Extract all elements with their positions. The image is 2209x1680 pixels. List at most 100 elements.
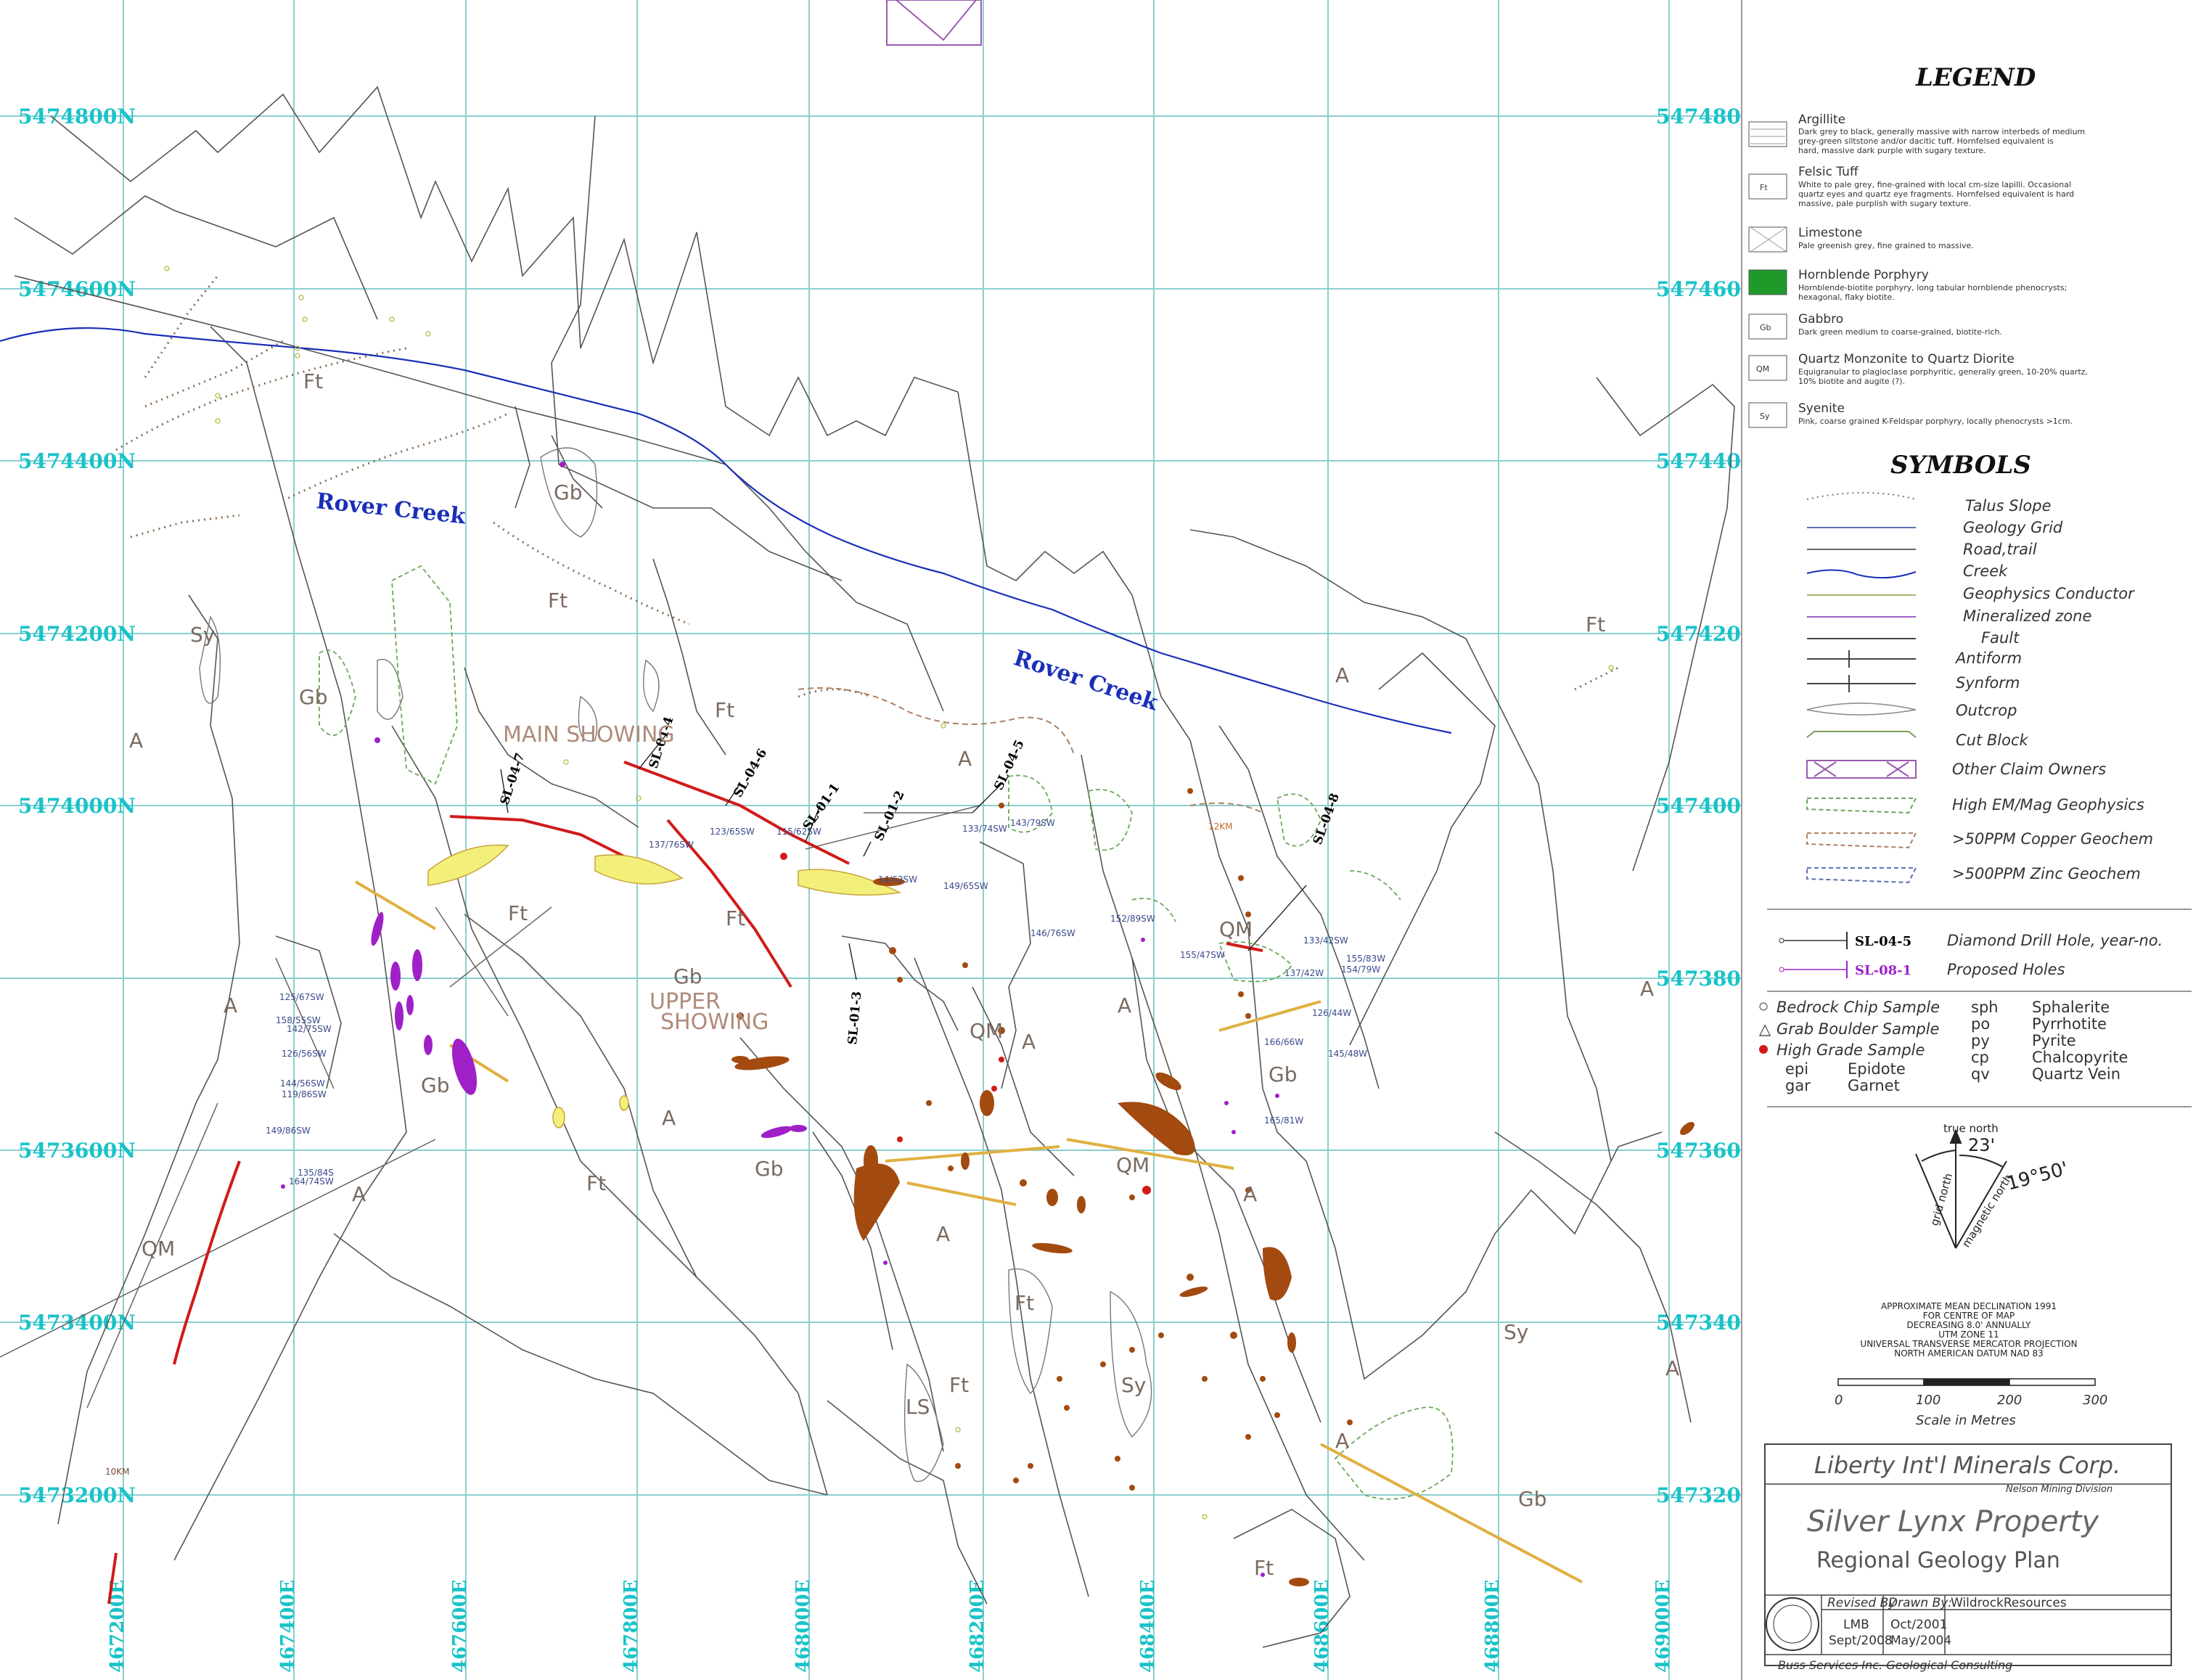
mineral-name: Chalcopyrite (2032, 1049, 2128, 1066)
unit-label: A (1640, 977, 1654, 1001)
property-name: Silver Lynx Property (1807, 1505, 2099, 1538)
declination-line: DECREASING 8.0' ANNUALLY (1906, 1320, 2031, 1330)
legend-unit-desc: Dark grey to black, generally massive wi… (1798, 127, 2085, 136)
structure-label: 149/65SW (943, 881, 988, 891)
legend-abbr: Sy (1760, 411, 1770, 421)
unit-label: Gb (1269, 1062, 1297, 1086)
drill-legend-label: Diamond Drill Hole, year-no. (1947, 932, 2163, 949)
legend-unit-desc: hexagonal, flaky biotite. (1798, 292, 1895, 302)
unit-label: Gb (299, 685, 327, 709)
revised-date: Sept/2008 (1829, 1634, 1893, 1648)
northing-label: 5473200N (18, 1483, 136, 1507)
unit-label: Gb (1518, 1487, 1546, 1511)
easting-label: 469000E (1652, 1580, 1674, 1673)
legend-unit-name: Limestone (1798, 226, 1862, 240)
legend-unit-name: Quartz Monzonite to Quartz Diorite (1798, 352, 2015, 366)
unit-label: A (1243, 1182, 1257, 1206)
legend-unit-desc: White to pale grey, fine-grained with lo… (1798, 180, 2071, 189)
legend-unit-name: Syenite (1798, 401, 1845, 416)
easting-label: 467800E (620, 1580, 642, 1673)
unit-label: Ft (1586, 612, 1605, 636)
legend-unit-desc: Hornblende-biotite porphyry, long tabula… (1798, 283, 2067, 292)
legend-unit-desc: Pale greenish grey, fine grained to mass… (1798, 241, 1974, 250)
structure-label: 144/56SW (280, 1078, 325, 1089)
gar-abbr: gar (1785, 1077, 1811, 1094)
unit-label: A (1118, 993, 1131, 1017)
declination-line: NORTH AMERICAN DATUM NAD 83 (1894, 1348, 2044, 1359)
symbol-label: Fault (1981, 629, 2020, 647)
declination-line: FOR CENTRE OF MAP (1923, 1311, 2015, 1321)
mineral-name: Pyrrhotite (2032, 1015, 2107, 1033)
revised-label: Revised By (1827, 1596, 1896, 1610)
legend-abbr: Ft (1760, 183, 1768, 192)
structure-label: 137/42W (1284, 968, 1324, 978)
revised-by: LMB (1843, 1618, 1869, 1632)
drawn-label: Drawn By: (1888, 1596, 1952, 1610)
legend-unit-name: Felsic Tuff (1798, 165, 1859, 179)
easting-label: 468000E (792, 1580, 814, 1673)
northing-label: 5474800N (18, 105, 136, 128)
unit-label: Gb (421, 1073, 449, 1097)
unit-label: A (936, 1222, 950, 1246)
structure-label: 133/74SW (962, 824, 1007, 834)
unit-label: QM (1219, 917, 1253, 941)
structure-label: 143/79SW (1010, 818, 1055, 828)
unit-label: A (1022, 1030, 1036, 1054)
structure-label: 137/76SW (649, 840, 694, 850)
unit-label: Ft (715, 698, 734, 722)
legend-panel: LEGEND Argillite Dark grey to black, gen… (1741, 0, 2209, 1680)
map-area[interactable] (0, 0, 1742, 1680)
drill-code: SL-04-5 (1855, 934, 1911, 949)
symbol-label: Creek (1963, 562, 2008, 580)
structure-label: 154/79W (1341, 964, 1380, 975)
unit-label: A (1335, 663, 1349, 687)
sample-label: Grab Boulder Sample (1776, 1020, 1939, 1038)
unit-label: Gb (673, 964, 702, 988)
structure-label: 155/83W (1346, 954, 1385, 964)
structure-label: 155/47SW (1180, 950, 1225, 960)
northing-label: 5474200N (18, 622, 136, 646)
structure-label: 142/75SW (287, 1024, 332, 1034)
unit-label: Gb (755, 1157, 783, 1181)
triangle-icon: △ (1759, 1020, 1771, 1038)
symbols-title: SYMBOLS (1890, 451, 2031, 480)
structure-label: 123/65SW (710, 827, 755, 837)
symbol-label: Antiform (1954, 650, 2022, 667)
unit-label: LS (906, 1395, 930, 1419)
legend-title: LEGEND (1915, 63, 2036, 92)
sample-label: Bedrock Chip Sample (1776, 999, 1940, 1016)
mineral-abbr: py (1971, 1032, 1990, 1049)
structure-label: 165/81W (1264, 1115, 1303, 1126)
unit-label: A (352, 1182, 366, 1206)
mineral-name: Pyrite (2032, 1032, 2076, 1049)
northing-label: 5474400N (18, 449, 136, 473)
legend-abbr: Gb (1760, 323, 1771, 332)
angle-label: 23' (1968, 1135, 1995, 1155)
declination-line: APPROXIMATE MEAN DECLINATION 1991 (1881, 1301, 2057, 1311)
unit-label: Ft (949, 1373, 969, 1397)
structure-label: 164/74SW (289, 1176, 334, 1187)
mineral-abbr: cp (1971, 1049, 1989, 1066)
legend-unit-desc: Equigranular to plagioclase porphyritic,… (1798, 367, 2088, 377)
unit-label: A (129, 729, 143, 753)
drawn-by: WildrockResources (1951, 1596, 2067, 1610)
easting-label: 467600E (449, 1580, 471, 1673)
unit-label: Gb (554, 480, 582, 504)
structure-label: 145/48W (1328, 1049, 1367, 1059)
legend-unit-desc: Pink, coarse grained K-Feldspar porphyry… (1798, 417, 2073, 426)
geology-map: 5474800N 5474600N 5474400N 5474200N 5474… (0, 0, 2209, 1680)
northing-label: 5473400N (18, 1311, 136, 1335)
scale-tick: 100 (1916, 1393, 1940, 1408)
legend-unit-desc: quartz eyes and quartz eye fragments. Ho… (1798, 189, 2074, 199)
legend-unit-name: Hornblende Porphyry (1798, 268, 1929, 282)
mineral-abbr: sph (1971, 999, 1999, 1016)
unit-label: Ft (586, 1171, 606, 1195)
structure-label: 115/62SW (776, 827, 821, 837)
symbol-label: Mineralized zone (1963, 607, 2091, 625)
unit-label: Ft (726, 906, 745, 930)
unit-label: Sy (1121, 1373, 1146, 1397)
structure-label: 126/44W (1312, 1008, 1351, 1018)
scale-label: Scale in Metres (1916, 1413, 2016, 1428)
unit-label: A (958, 747, 972, 771)
unit-label: Ft (508, 901, 528, 925)
